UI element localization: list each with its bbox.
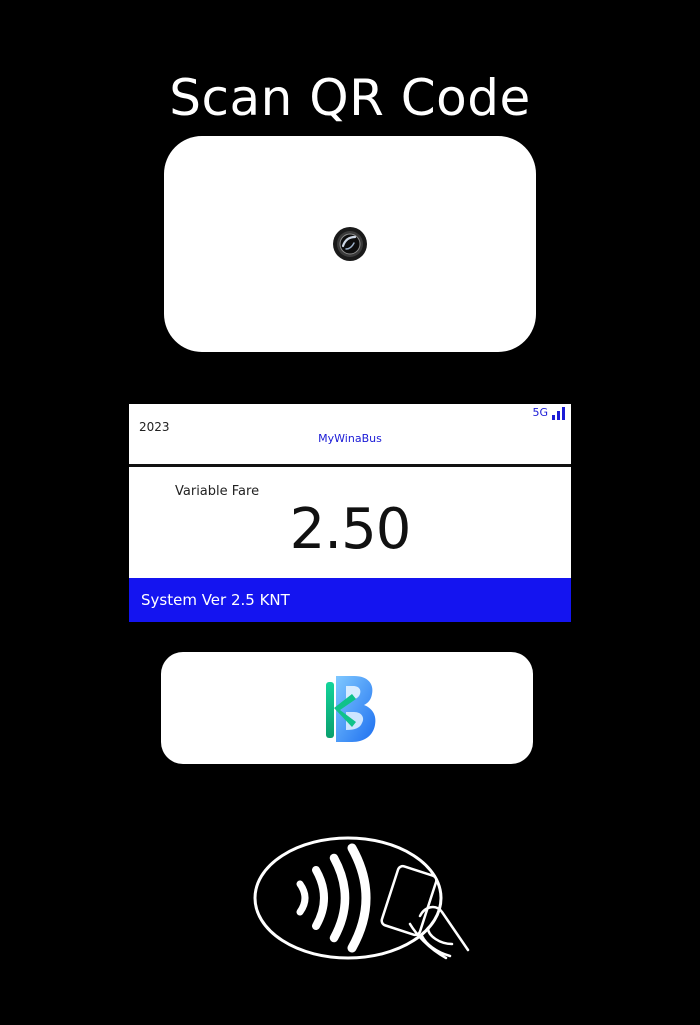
fare-display-screen: 2023 MyWinaBus 5G Variable Fare 2.50 Sys… bbox=[129, 404, 571, 622]
signal-bars-icon bbox=[552, 407, 565, 420]
fare-amount: 2.50 bbox=[289, 497, 412, 562]
network-status: 5G bbox=[532, 406, 565, 420]
status-bar: System Ver 2.5 KNT bbox=[129, 578, 571, 622]
app-name: MyWinaBus bbox=[318, 432, 382, 445]
network-label: 5G bbox=[532, 406, 548, 419]
page-title: Scan QR Code bbox=[169, 69, 531, 127]
contactless-card-tap-icon bbox=[253, 836, 470, 960]
system-version-text: System Ver 2.5 KNT bbox=[141, 591, 290, 609]
screen-divider bbox=[129, 464, 571, 467]
camera-lens-icon bbox=[333, 227, 367, 261]
brand-b-logo bbox=[326, 676, 376, 742]
